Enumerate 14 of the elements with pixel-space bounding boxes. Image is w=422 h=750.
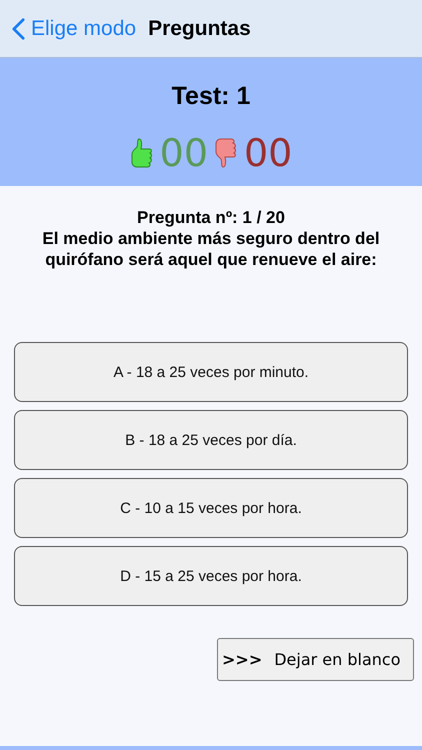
answer-button[interactable]: C - 10 a 15 veces por hora. (14, 478, 408, 538)
answer-button[interactable]: B - 18 a 25 veces por día. (14, 410, 408, 470)
thumbs-up-icon (130, 137, 154, 169)
back-chevron-icon (12, 16, 25, 40)
test-title: Test: 1 (172, 82, 250, 111)
question-number: Pregunta nº: 1 / 20 (136, 208, 286, 228)
skip-button[interactable]: >>> Dejar en blanco (217, 638, 414, 681)
screen-title: Preguntas (148, 16, 251, 40)
wrong-count: 00 (244, 131, 292, 175)
correct-count: 00 (160, 131, 208, 175)
thumbs-down-icon (214, 137, 238, 169)
answer-button[interactable]: A - 18 a 25 veces por minuto. (14, 342, 408, 402)
answer-button[interactable]: D - 15 a 25 veces por hora. (14, 546, 408, 606)
question-text: El medio ambiente más seguro dentro del quirófano será aquel que renueve el aire: (41, 228, 381, 270)
